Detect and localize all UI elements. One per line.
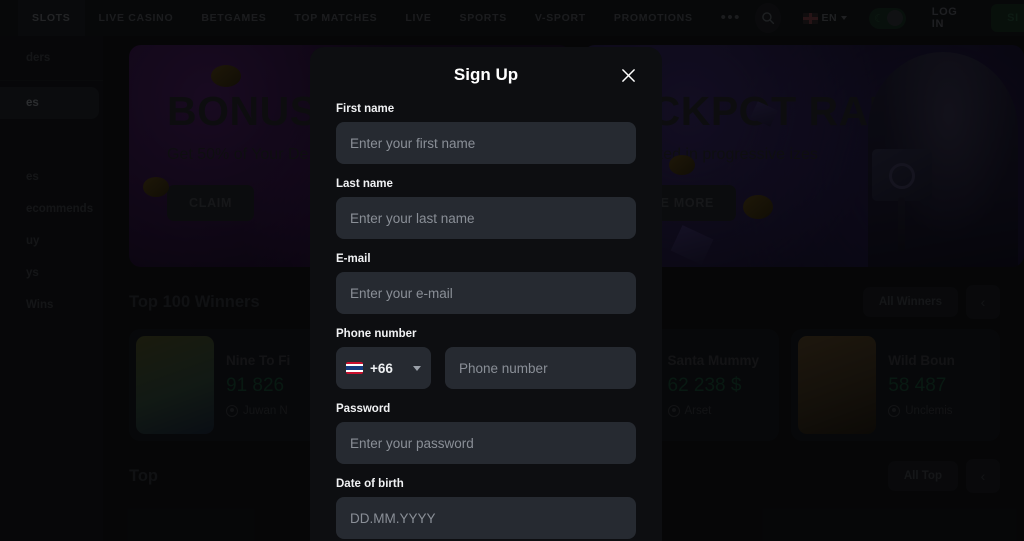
password-label: Password: [336, 403, 391, 415]
phone-row: +66 Phone number: [336, 347, 636, 389]
email-label: E-mail: [336, 253, 371, 265]
modal-title: Sign Up: [453, 65, 519, 84]
field-first-name: First name Enter your first name: [336, 103, 636, 164]
phone-input[interactable]: Phone number: [445, 347, 636, 389]
close-icon: [621, 68, 635, 82]
email-input[interactable]: Enter your e-mail: [336, 272, 636, 314]
password-input[interactable]: Enter your password: [336, 422, 636, 464]
dob-label: Date of birth: [336, 478, 404, 490]
modal-header: Sign Up: [336, 47, 636, 103]
signup-modal: Sign Up First name Enter your first name…: [310, 47, 662, 541]
field-password: Password Enter your password: [336, 403, 636, 464]
field-phone: Phone number +66 Phone number: [336, 328, 636, 389]
field-date-of-birth: Date of birth DD.MM.YYYY: [336, 478, 636, 539]
last-name-input[interactable]: Enter your last name: [336, 197, 636, 239]
close-button[interactable]: [616, 63, 640, 87]
country-code-value: +66: [370, 360, 393, 376]
first-name-input[interactable]: Enter your first name: [336, 122, 636, 164]
last-name-label: Last name: [336, 178, 393, 190]
phone-label: Phone number: [336, 328, 417, 340]
thailand-flag-icon: [346, 362, 363, 374]
dob-input[interactable]: DD.MM.YYYY: [336, 497, 636, 539]
chevron-down-icon: [413, 365, 421, 371]
field-email: E-mail Enter your e-mail: [336, 253, 636, 314]
field-last-name: Last name Enter your last name: [336, 178, 636, 239]
first-name-label: First name: [336, 103, 395, 115]
country-code-select[interactable]: +66: [336, 347, 431, 389]
